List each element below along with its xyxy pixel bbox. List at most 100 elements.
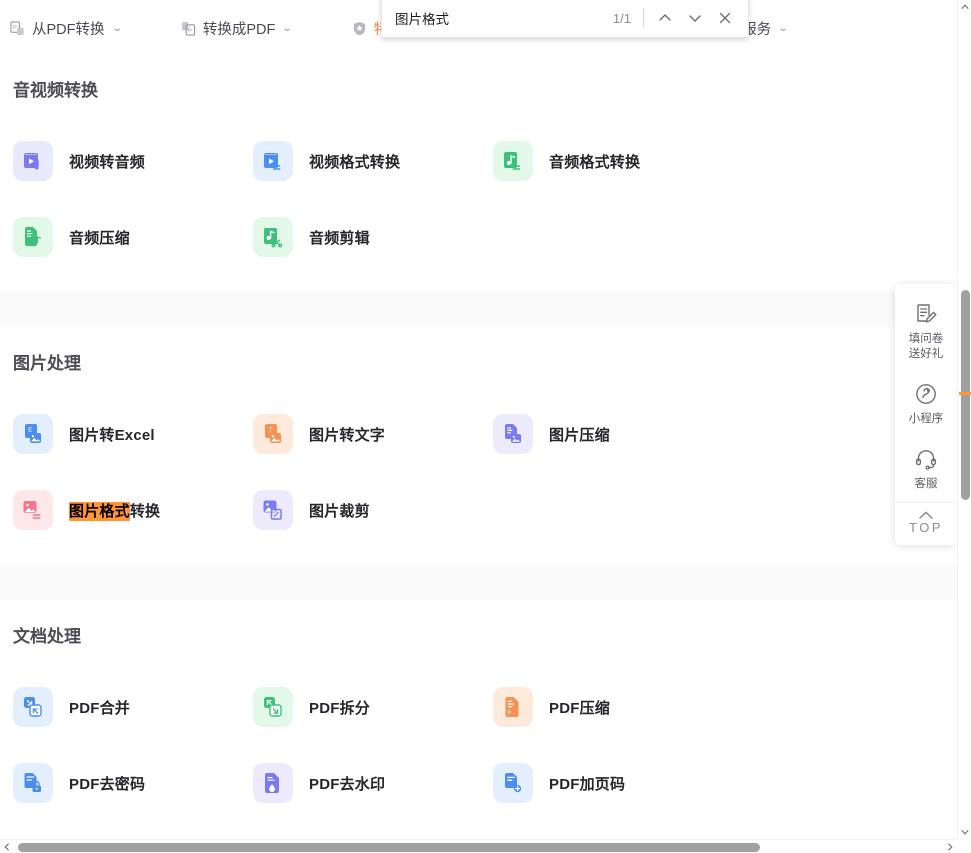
tool-audio-trim[interactable]: 音频剪辑 [240,199,480,275]
svg-text:P: P [188,28,192,34]
pdf-split-icon [253,687,293,727]
tool-image-compress[interactable]: 图片压缩 [480,396,720,472]
chevron-down-icon: ⌄ [777,22,790,34]
nav-item-convert-to-pdf[interactable]: P 转换成PDF ⌄ [181,18,293,39]
tool-image-to-text[interactable]: T 图片转文字 [240,396,480,472]
headset-icon [915,450,937,470]
chevron-down-icon [689,15,701,22]
scroll-left-arrow[interactable] [0,840,14,853]
section-title: 音视频转换 [13,81,98,100]
find-previous-button[interactable] [650,3,680,33]
tool-pdf-compress[interactable]: P PDF压缩 [480,669,720,745]
rail-item-customer-service[interactable]: 客服 [895,437,957,502]
tool-image-crop[interactable]: 图片裁剪 [240,472,480,548]
pdf-watermark-icon [253,763,293,803]
tool-label: PDF拆分 [309,699,371,717]
close-icon [719,12,731,24]
tool-label: 视频格式转换 [309,153,401,171]
tool-grid: E 图片转Excel T 图片转文字 图片压缩 图片格式转换 图片裁剪 [0,396,957,548]
section-document-processing: 文档处理 PDF合并 PDF拆分 P PDF压缩 PDF去密码 PDF去水印 P… [0,600,957,839]
tool-pdf-remove-watermark[interactable]: PDF去水印 [240,745,480,821]
section-divider-1 [0,291,957,327]
pdf-page-number-icon [493,763,533,803]
tool-image-to-excel[interactable]: E 图片转Excel [0,396,240,472]
tool-video-format-convert[interactable]: 视频格式转换 [240,123,480,199]
video-to-audio-icon [13,141,53,181]
pdf-merge-icon [13,687,53,727]
tool-grid: 视频转音频 视频格式转换 音频格式转换 音频压缩 音频剪辑 [0,123,957,275]
tool-image-format-convert[interactable]: 图片格式转换 [0,472,240,548]
vertical-scrollbar[interactable] [957,0,971,839]
find-close-button[interactable] [710,3,740,33]
tool-label-rest: 转换 [129,502,161,520]
find-highlight: 图片格式 [69,501,130,521]
tool-audio-compress[interactable]: 音频压缩 [0,199,240,275]
svg-text:P: P [508,710,512,716]
find-in-page-bar: 1/1 [381,0,749,38]
rail-item-survey[interactable]: 填问卷 送好礼 [895,292,957,372]
scroll-up-arrow[interactable] [958,0,971,14]
tool-audio-format-convert[interactable]: 音频格式转换 [480,123,720,199]
rail-item-miniprogram[interactable]: 小程序 [895,372,957,437]
tool-label: 音频压缩 [69,229,130,247]
find-next-button[interactable] [680,3,710,33]
svg-text:T: T [269,428,273,434]
tool-label: 图片转文字 [309,426,386,444]
tool-label: PDF压缩 [549,699,611,717]
tool-label: PDF去水印 [309,775,386,793]
audio-compress-icon [13,217,53,257]
chevron-up-icon [659,14,671,21]
tool-label: PDF加页码 [549,775,626,793]
scroll-right-arrow[interactable] [943,840,957,853]
horizontal-scrollbar[interactable] [0,839,971,853]
pdf-convert-from-icon: P [10,20,25,36]
back-to-top-label: TOP [909,520,943,535]
tool-grid: PDF合并 PDF拆分 P PDF压缩 PDF去密码 PDF去水印 PDF加页码 [0,669,957,839]
survey-icon [917,304,937,323]
section-divider-2 [0,564,957,600]
miniprogram-icon [916,384,936,404]
svg-text:P: P [13,25,17,31]
image-to-text-icon: T [253,414,293,454]
tool-label: 图片格式转换 [69,500,160,521]
vertical-scroll-thumb[interactable] [961,290,970,500]
horizontal-scroll-thumb[interactable] [18,843,760,852]
browser-page: P 从PDF转换 ⌄ P 转换成PDF ⌄ ⌄ 图片格式 1/1 音视频转换 视… [0,0,971,853]
tool-label: PDF去密码 [69,775,146,793]
nav-item-label: 从PDF转换 [32,21,105,38]
nav-item-label: 转换成PDF [202,21,276,38]
tool-pdf-split[interactable]: PDF拆分 [240,669,480,745]
video-format-icon [253,141,293,181]
image-crop-icon [253,490,293,530]
image-to-excel-icon: E [13,414,53,454]
tool-timestamp-certification[interactable]: 时间戳认证 [0,821,240,839]
tool-label: 音频格式转换 [549,153,641,171]
scroll-down-arrow[interactable] [958,825,971,839]
section-av-conversion: 音视频转换 视频转音频 视频格式转换 音频格式转换 音频压缩 音频剪辑 [0,56,957,275]
pdf-convert-to-icon: P [181,21,196,36]
tool-label: 图片转Excel [69,426,155,444]
find-input[interactable] [395,0,613,37]
floating-side-rail: 填问卷 送好礼 小程序 客服 TOP [895,284,957,545]
rail-item-label: 小程序 [908,413,944,425]
tool-pdf-rotate[interactable]: PDF旋转 [480,821,720,839]
tool-label: 视频转音频 [69,153,146,171]
back-to-top-button[interactable]: TOP [895,502,957,539]
tool-pdf-merge[interactable]: PDF合并 [0,669,240,745]
page-content: 音视频转换 视频转音频 视频格式转换 音频格式转换 音频压缩 音频剪辑 图片处理… [0,56,957,839]
section-title: 文档处理 [13,627,81,646]
tool-video-to-audio[interactable]: 视频转音频 [0,123,240,199]
nav-item-convert-from-pdf[interactable]: P 从PDF转换 ⌄ [10,18,123,39]
rail-item-label: 客服 [914,478,938,490]
tool-label: PDF合并 [69,699,131,717]
scrollbar-corner [957,839,971,853]
tool-label: 音频剪辑 [309,229,370,247]
find-divider [643,8,644,28]
tool-pdf-remove-password[interactable]: PDF去密码 [0,745,240,821]
image-compress-icon [493,414,533,454]
tool-label: 图片裁剪 [309,502,370,520]
tool-pdf-extract-image[interactable]: PDF图片提取 [240,821,480,839]
svg-text:E: E [28,428,32,434]
tool-pdf-add-page-number[interactable]: PDF加页码 [480,745,720,821]
tool-label: 图片压缩 [549,426,610,444]
